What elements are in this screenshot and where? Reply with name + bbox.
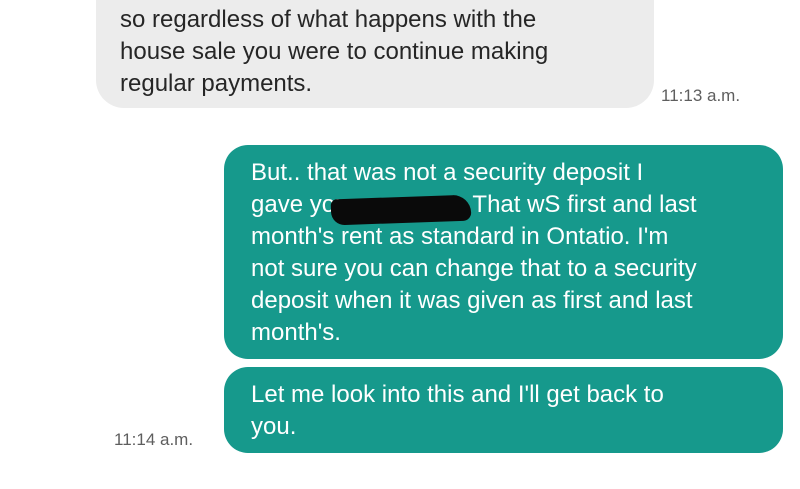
outgoing-message-bubble[interactable]: Let me look into this and I'll get back …	[224, 367, 783, 453]
message-timestamp: 11:14 a.m.	[114, 430, 194, 449]
message-text-line: Let me look into this and I'll get back …	[251, 381, 664, 408]
message-text-line: gave you That wS first and last	[251, 189, 771, 221]
incoming-message-bubble[interactable]: so regardless of what happens with the h…	[96, 0, 654, 108]
message-text-line: month's rent as standard in Ontatio. I'm	[251, 223, 669, 250]
message-text-line: month's.	[251, 319, 341, 346]
message-text-fragment: That wS first and last	[472, 191, 697, 218]
message-text-line: deposit when it was given as first and l…	[251, 287, 693, 314]
message-text-line: house sale you were to continue making	[120, 38, 549, 65]
message-timestamp: 11:13 a.m.	[661, 86, 741, 105]
message-text-line: so regardless of what happens with the	[120, 6, 537, 33]
outgoing-message-bubble[interactable]: But.. that was not a security deposit I …	[224, 145, 783, 359]
message-text-line: But.. that was not a security deposit I	[251, 159, 644, 186]
message-text-line: not sure you can change that to a securi…	[251, 255, 697, 282]
redaction-mark	[330, 194, 472, 226]
message-text-line: you.	[251, 413, 297, 440]
message-text-line: regular payments.	[120, 70, 313, 97]
